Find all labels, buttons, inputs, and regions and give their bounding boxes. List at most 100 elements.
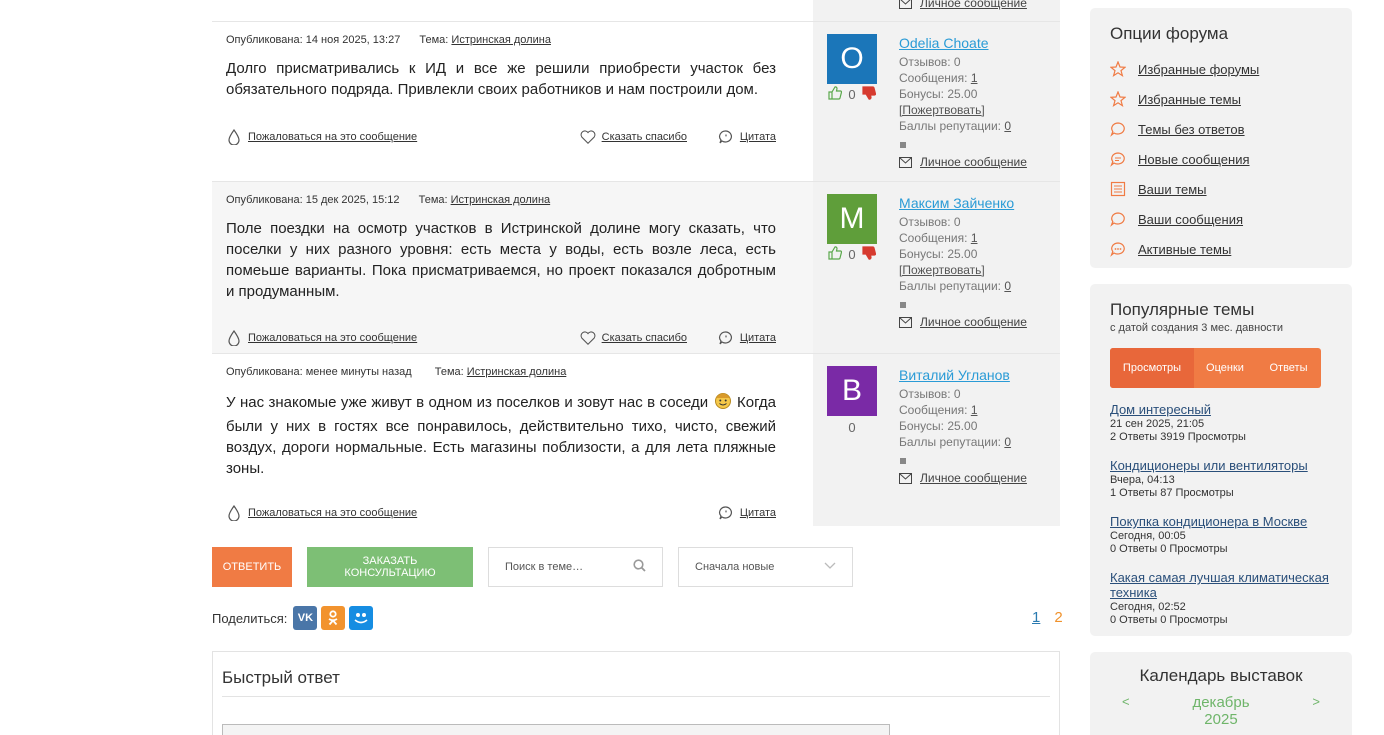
vk-share-icon[interactable]: VK	[293, 606, 318, 630]
report-button[interactable]: Пожаловаться на это сообщение	[226, 330, 417, 346]
option-active-topics[interactable]: Активные темы	[1110, 234, 1332, 264]
user-reviews: Отзывов: 0	[899, 387, 961, 401]
vote-box: 0	[827, 86, 877, 103]
svg-text:": "	[724, 134, 727, 142]
topic-search-input[interactable]: Поиск в теме…	[488, 547, 663, 587]
quote-button[interactable]: " Цитата	[718, 330, 776, 346]
popular-topic-link[interactable]: Дом интересный	[1110, 402, 1332, 417]
heart-icon	[580, 330, 596, 346]
exhibition-calendar-box: Календарь выставок < декабрь 2025 >	[1090, 652, 1352, 735]
report-button[interactable]: Пожаловаться на это сообщение	[226, 129, 417, 145]
popular-topic-link[interactable]: Покупка кондиционера в Москве	[1110, 514, 1332, 529]
user-messages-link[interactable]: 1	[971, 231, 978, 245]
user-bonus: Бонусы: 25.00	[899, 87, 978, 101]
sort-select[interactable]: Сначала новые	[678, 547, 853, 587]
prev-post-side: Личное сообщение	[813, 0, 1060, 21]
option-your-topics[interactable]: Ваши темы	[1110, 174, 1332, 204]
option-unanswered[interactable]: Темы без ответов	[1110, 114, 1332, 144]
star-icon	[1110, 61, 1138, 77]
donate-link[interactable]: [Пожертвовать]	[899, 103, 985, 117]
post-author-panel: М 0 Максим Зайченко Отзывов: 0 Сообщения…	[813, 182, 1060, 353]
status-square	[900, 302, 906, 308]
avatar: O	[827, 34, 877, 84]
status-square	[900, 458, 906, 464]
option-favorite-forums[interactable]: Избранные форумы	[1110, 54, 1332, 84]
tab-views[interactable]: Просмотры	[1110, 348, 1194, 388]
quick-reply-panel: Быстрый ответ	[212, 651, 1060, 735]
thumbs-down-icon[interactable]	[862, 246, 876, 263]
calendar-prev-button[interactable]: <	[1122, 694, 1130, 709]
post-actions: Пожаловаться на это сообщение " Цитата	[226, 505, 776, 525]
reply-toolbar: Ответить Заказать консультацию Поиск в т…	[212, 547, 853, 587]
donate-link[interactable]: [Пожертвовать]	[899, 263, 985, 277]
option-favorite-topics[interactable]: Избранные темы	[1110, 84, 1332, 114]
chat-bubble-icon	[1110, 211, 1138, 227]
reputation-link[interactable]: 0	[1004, 435, 1011, 449]
user-name-link[interactable]: Odelia Choate	[899, 34, 989, 52]
popular-subtitle: с датой создания 3 мес. давности	[1110, 322, 1283, 334]
tab-ratings[interactable]: Оценки	[1194, 348, 1256, 388]
editor-toolbar[interactable]	[222, 724, 890, 735]
vote-box: 0	[827, 246, 877, 263]
post-topic-link[interactable]: Истринская долина	[451, 194, 551, 206]
thumbs-up-icon[interactable]	[828, 86, 843, 103]
report-button[interactable]: Пожаловаться на это сообщение	[226, 505, 417, 521]
reply-button[interactable]: Ответить	[212, 547, 292, 587]
reputation-link[interactable]: 0	[1004, 119, 1011, 133]
smiley-emoji-icon	[713, 390, 733, 416]
star-icon	[1110, 91, 1138, 107]
drop-icon	[226, 505, 242, 521]
user-messages-link[interactable]: 1	[971, 403, 978, 417]
envelope-icon	[899, 0, 912, 9]
user-name-link[interactable]: Максим Зайченко	[899, 194, 1014, 212]
mailru-share-icon[interactable]	[349, 606, 374, 630]
ok-share-icon[interactable]	[321, 606, 346, 630]
pm-link[interactable]: Личное сообщение	[899, 154, 1060, 170]
user-info: Максим Зайченко Отзывов: 0 Сообщения: 1 …	[899, 194, 1060, 330]
thumbs-down-icon[interactable]	[862, 86, 876, 103]
prev-pm-link[interactable]: Личное сообщение	[899, 0, 1060, 10]
post-topic-link[interactable]: Истринская долина	[451, 34, 551, 46]
post-body: Опубликована: 15 дек 2025, 15:12 Тема: И…	[212, 182, 813, 353]
post-date: менее минуты назад	[305, 366, 412, 378]
consult-button[interactable]: Заказать консультацию	[307, 547, 473, 587]
svg-text:": "	[724, 510, 727, 518]
calendar-next-button[interactable]: >	[1312, 694, 1320, 709]
thanks-button[interactable]: Сказать спасибо	[580, 330, 687, 346]
tab-replies[interactable]: Ответы	[1256, 348, 1321, 388]
pm-link[interactable]: Личное сообщение	[899, 314, 1060, 330]
post-date: 14 ноя 2025, 13:27	[305, 34, 401, 46]
user-messages: Сообщения: 1	[899, 231, 978, 245]
chat-dots-icon	[1110, 151, 1138, 167]
page-current: 2	[1054, 609, 1063, 626]
drop-icon	[226, 129, 242, 145]
reputation-link[interactable]: 0	[1004, 279, 1011, 293]
popular-topic-link[interactable]: Какая самая лучшая климатическая техника	[1110, 570, 1332, 600]
option-new-messages[interactable]: Новые сообщения	[1110, 144, 1332, 174]
user-reputation: Баллы репутации: 0	[899, 435, 1012, 449]
option-your-messages[interactable]: Ваши сообщения	[1110, 204, 1332, 234]
post-author-panel: O 0 Odelia Choate Отзывов: 0 Сообщения: …	[813, 22, 1060, 181]
quote-button[interactable]: " Цитата	[718, 505, 776, 521]
calendar-title: Календарь выставок	[1139, 666, 1303, 685]
page-link-1[interactable]: 1	[1032, 609, 1040, 626]
popular-topic-link[interactable]: Кондиционеры или вентиляторы	[1110, 458, 1332, 473]
quote-button[interactable]: " Цитата	[718, 129, 776, 145]
thumbs-up-icon[interactable]	[828, 246, 843, 263]
user-messages-link[interactable]: 1	[971, 71, 978, 85]
vote-count: 0	[848, 87, 856, 102]
popular-tabs: Просмотры Оценки Ответы	[1110, 348, 1321, 388]
search-icon[interactable]	[633, 559, 646, 575]
post-topic-link[interactable]: Истринская долина	[467, 366, 567, 378]
user-bonus: Бонусы: 25.00	[899, 419, 978, 433]
avatar: В	[827, 366, 877, 416]
user-name-link[interactable]: Виталий Угланов	[899, 366, 1010, 384]
list-icon	[1110, 181, 1138, 197]
popular-title: Популярные темы	[1110, 300, 1255, 319]
post-body: Опубликована: 14 ноя 2025, 13:27 Тема: И…	[212, 22, 813, 181]
vote-count: 0	[848, 420, 856, 435]
user-bonus: Бонусы: 25.00	[899, 247, 978, 261]
pm-link[interactable]: Личное сообщение	[899, 470, 1060, 486]
thanks-button[interactable]: Сказать спасибо	[580, 129, 687, 145]
post-meta: Опубликована: 15 дек 2025, 15:12 Тема: И…	[226, 194, 551, 206]
